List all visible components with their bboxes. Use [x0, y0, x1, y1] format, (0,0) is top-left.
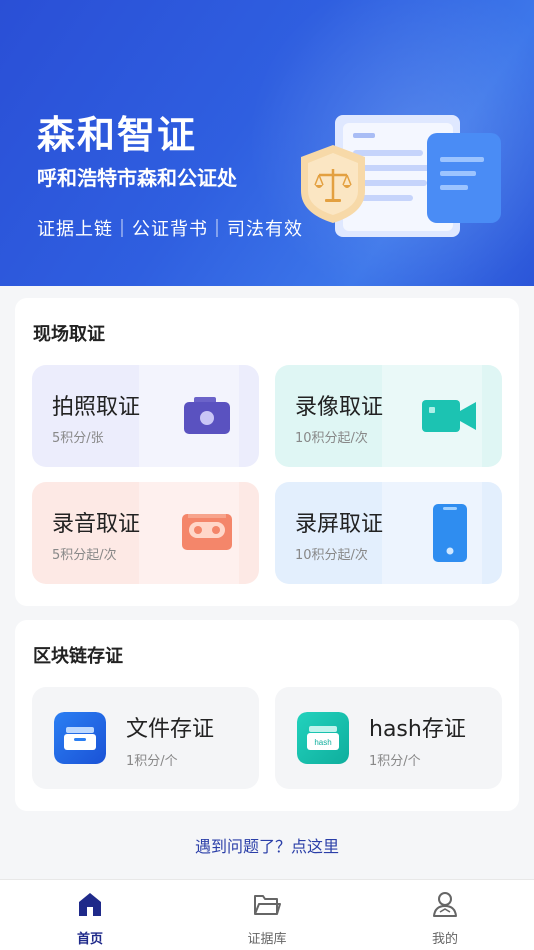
hero-banner: 森和智证 呼和浩特市森和公证处 证据上链｜公证背书｜司法有效	[0, 0, 534, 286]
screen-record-evidence-cost: 10积分起/次	[295, 548, 368, 563]
cassette-icon	[182, 514, 232, 550]
screen-record-evidence-label: 录屏取证	[295, 512, 384, 537]
audio-evidence-label: 录音取证	[52, 512, 141, 537]
tab-mine[interactable]: 我的	[385, 880, 505, 950]
tab-evidence-library[interactable]: 证据库	[207, 880, 327, 950]
file-storage-cost: 1积分/个	[126, 754, 178, 769]
onsite-evidence-card: 现场取证 拍照取证 5积分/张 录像取证 10积分起/次 录音取证 5积分起/次	[15, 298, 519, 606]
hero-tagline: 证据上链｜公证背书｜司法有效	[37, 219, 303, 240]
blockchain-storage-card: 区块链存证 文件存证 1积分/个 hash hash存证 1积分/个	[15, 620, 519, 811]
video-evidence-label: 录像取证	[295, 395, 384, 420]
home-icon	[79, 893, 101, 916]
video-camera-icon	[422, 400, 476, 432]
hash-storage-cost: 1积分/个	[369, 754, 421, 769]
bottom-tab-bar: 首页 证据库 我的	[0, 879, 534, 950]
hash-storage-tile[interactable]: hash hash存证 1积分/个	[275, 687, 502, 789]
tab-home[interactable]: 首页	[30, 880, 150, 950]
help-link[interactable]: 遇到问题了？点这里	[0, 833, 534, 857]
hash-storage-label: hash存证	[369, 717, 466, 742]
photo-evidence-cost: 5积分/张	[52, 431, 104, 446]
photo-evidence-tile[interactable]: 拍照取证 5积分/张	[32, 365, 259, 467]
audio-evidence-tile[interactable]: 录音取证 5积分起/次	[32, 482, 259, 584]
hash-tray-icon: hash	[297, 712, 349, 764]
user-icon	[433, 892, 457, 917]
section-title-onsite: 现场取证	[33, 324, 105, 345]
app-title: 森和智证	[37, 113, 198, 157]
file-tray-icon	[54, 712, 106, 764]
section-title-blockchain: 区块链存证	[33, 646, 123, 667]
file-storage-label: 文件存证	[126, 717, 215, 742]
file-storage-tile[interactable]: 文件存证 1积分/个	[32, 687, 259, 789]
screen-record-evidence-tile[interactable]: 录屏取证 10积分起/次	[275, 482, 502, 584]
video-evidence-tile[interactable]: 录像取证 10积分起/次	[275, 365, 502, 467]
photo-evidence-label: 拍照取证	[52, 395, 141, 420]
audio-evidence-cost: 5积分起/次	[52, 548, 117, 563]
tab-home-label: 首页	[76, 932, 103, 947]
certificate-illustration	[301, 115, 501, 237]
tab-mine-label: 我的	[431, 932, 458, 947]
hash-icon-text: hash	[314, 738, 331, 747]
notary-office-name: 呼和浩特市森和公证处	[37, 166, 237, 190]
phone-icon	[433, 504, 467, 562]
video-evidence-cost: 10积分起/次	[295, 431, 368, 446]
tab-evidence-library-label: 证据库	[247, 932, 287, 947]
folder-icon	[254, 895, 281, 915]
camera-icon	[184, 397, 230, 434]
